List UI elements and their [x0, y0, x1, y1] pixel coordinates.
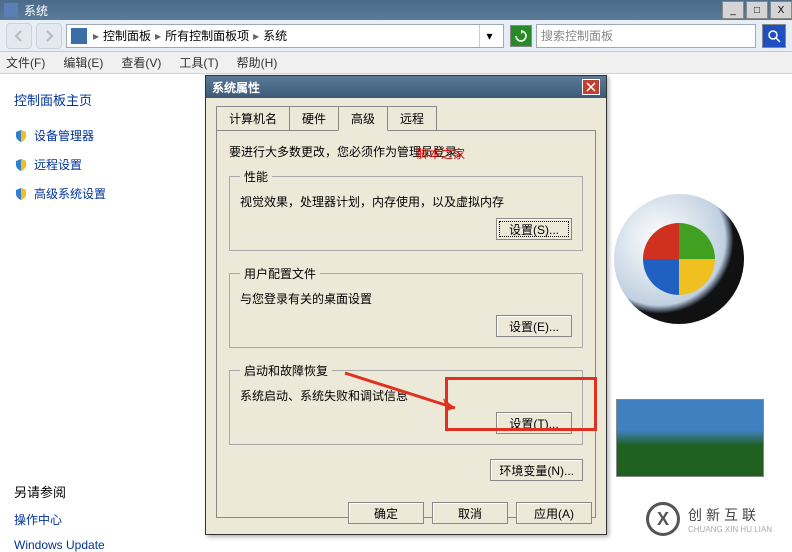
note-text: 脚本之家: [417, 145, 465, 162]
search-placeholder: 搜索控制面板: [541, 27, 613, 44]
startup-group: 启动和故障恢复 系统启动、系统失败和调试信息 设置(T)...: [229, 362, 583, 445]
performance-settings-button[interactable]: 设置(S)...: [496, 218, 572, 240]
startup-legend: 启动和故障恢复: [240, 362, 332, 379]
menu-edit[interactable]: 编辑(E): [63, 54, 103, 71]
search-button[interactable]: [762, 24, 786, 48]
close-icon: [586, 82, 596, 92]
nav-bar: ▸ 控制面板 ▸ 所有控制面板项 ▸ 系统 ▾ 搜索控制面板: [0, 20, 792, 52]
menu-bar: 文件(F) 编辑(E) 查看(V) 工具(T) 帮助(H): [0, 52, 792, 74]
tab-hardware[interactable]: 硬件: [289, 106, 339, 130]
sidebar-item-label: 远程设置: [34, 156, 82, 173]
window-titlebar: 系统 _ □ X: [0, 0, 792, 20]
forward-arrow-icon: [42, 29, 56, 43]
menu-help[interactable]: 帮助(H): [237, 54, 278, 71]
sidebar-item-action-center[interactable]: 操作中心: [14, 511, 186, 528]
sidebar-home-link[interactable]: 控制面板主页: [14, 90, 186, 109]
system-icon: [4, 3, 18, 17]
sidebar-item-advanced[interactable]: 高级系统设置: [14, 185, 186, 202]
shield-icon: [14, 158, 28, 172]
menu-view[interactable]: 查看(V): [121, 54, 161, 71]
tab-computer-name[interactable]: 计算机名: [216, 106, 290, 130]
sidebar-item-remote[interactable]: 远程设置: [14, 156, 186, 173]
sidebar-item-label: 高级系统设置: [34, 185, 106, 202]
dialog-close-button[interactable]: [582, 79, 600, 95]
refresh-icon: [515, 30, 527, 42]
corp-mark-icon: X: [646, 502, 680, 536]
refresh-button[interactable]: [510, 25, 532, 47]
cancel-button[interactable]: 取消: [432, 502, 508, 524]
search-input[interactable]: 搜索控制面板: [536, 24, 756, 48]
sidebar-item-label: 设备管理器: [34, 127, 94, 144]
corp-name-cn: 创新互联: [688, 505, 772, 525]
profile-group: 用户配置文件 与您登录有关的桌面设置 设置(E)...: [229, 265, 583, 348]
chevron-down-icon[interactable]: ▾: [479, 25, 499, 47]
ok-button[interactable]: 确定: [348, 502, 424, 524]
tab-panel-advanced: 要进行大多数更改，您必须作为管理员登录。 脚本之家 性能 视觉效果，处理器计划，…: [216, 130, 596, 518]
close-button[interactable]: X: [770, 1, 792, 19]
breadcrumb-item[interactable]: 系统: [263, 27, 287, 44]
see-also-heading: 另请参阅: [14, 482, 186, 501]
sidebar-item-windows-update[interactable]: Windows Update: [14, 538, 186, 552]
minimize-button[interactable]: _: [722, 1, 744, 19]
back-button[interactable]: [6, 23, 32, 49]
performance-group: 性能 视觉效果，处理器计划，内存使用，以及虚拟内存 设置(S)...: [229, 168, 583, 251]
dialog-buttons: 确定 取消 应用(A): [348, 502, 592, 524]
menu-tools[interactable]: 工具(T): [179, 54, 218, 71]
profile-legend: 用户配置文件: [240, 265, 320, 282]
system-properties-dialog: 系统属性 计算机名 硬件 高级 远程 要进行大多数更改，您必须作为管理员登录。 …: [205, 75, 607, 535]
startup-settings-button[interactable]: 设置(T)...: [496, 412, 572, 434]
tab-strip: 计算机名 硬件 高级 远程: [206, 98, 606, 130]
search-icon: [767, 29, 781, 43]
performance-text: 视觉效果，处理器计划，内存使用，以及虚拟内存: [240, 193, 572, 210]
shield-icon: [14, 187, 28, 201]
startup-text: 系统启动、系统失败和调试信息: [240, 387, 572, 404]
tab-remote[interactable]: 远程: [387, 106, 437, 130]
admin-text: 要进行大多数更改，您必须作为管理员登录。: [229, 143, 583, 160]
dialog-title: 系统属性: [212, 79, 582, 96]
tab-advanced[interactable]: 高级: [338, 106, 388, 131]
maximize-button[interactable]: □: [746, 1, 768, 19]
corp-name-en: CHUANG XIN HU LIAN: [688, 525, 772, 534]
env-vars-button[interactable]: 环境变量(N)...: [490, 459, 583, 481]
breadcrumb-item[interactable]: 所有控制面板项: [165, 27, 249, 44]
corp-watermark: X 创新互联 CHUANG XIN HU LIAN: [646, 502, 772, 536]
apply-button[interactable]: 应用(A): [516, 502, 592, 524]
windows-logo: [614, 194, 744, 324]
sidebar: 控制面板主页 设备管理器 远程设置 高级系统设置 另请参阅 操作中心 Windo…: [0, 74, 200, 552]
chevron-right-icon: ▸: [93, 29, 99, 43]
dialog-titlebar[interactable]: 系统属性: [206, 76, 606, 98]
chevron-right-icon: ▸: [253, 29, 259, 43]
oem-picture: [616, 399, 764, 477]
profile-settings-button[interactable]: 设置(E)...: [496, 315, 572, 337]
back-arrow-icon: [12, 29, 26, 43]
breadcrumb[interactable]: ▸ 控制面板 ▸ 所有控制面板项 ▸ 系统 ▾: [66, 24, 504, 48]
sidebar-item-device-manager[interactable]: 设备管理器: [14, 127, 186, 144]
forward-button[interactable]: [36, 23, 62, 49]
shield-icon: [14, 129, 28, 143]
window-title: 系统: [24, 2, 720, 19]
menu-file[interactable]: 文件(F): [6, 54, 45, 71]
profile-text: 与您登录有关的桌面设置: [240, 290, 572, 307]
chevron-right-icon: ▸: [155, 29, 161, 43]
performance-legend: 性能: [240, 168, 272, 185]
breadcrumb-item[interactable]: 控制面板: [103, 27, 151, 44]
computer-icon: [71, 28, 87, 44]
